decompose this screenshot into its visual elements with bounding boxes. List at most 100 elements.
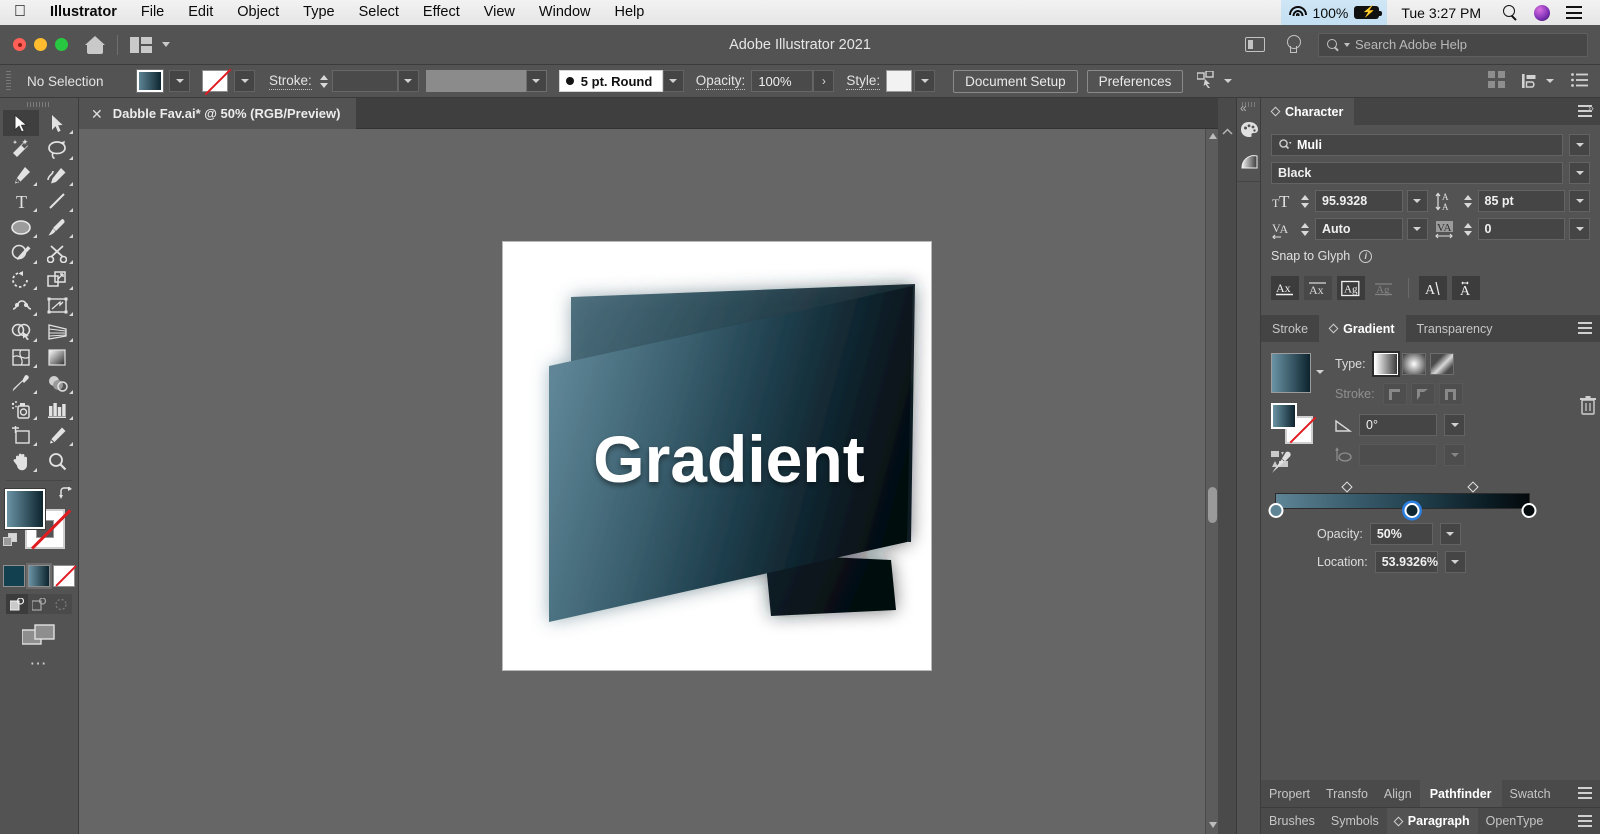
dock-rail[interactable] [1218, 98, 1237, 834]
tool-slice[interactable] [39, 422, 75, 448]
gradient-preview-swatch[interactable] [1271, 353, 1311, 393]
menu-view[interactable]: View [472, 0, 527, 25]
tool-flyout-corner[interactable] [69, 182, 73, 186]
gradient-midpoint-marker[interactable] [1467, 481, 1479, 493]
tool-paintbrush[interactable] [39, 214, 75, 240]
edit-toolbar-button[interactable]: ⋯ [3, 655, 75, 672]
color-button[interactable] [3, 565, 25, 587]
tool-rotate[interactable] [3, 266, 39, 292]
gradient-fill-box[interactable] [1271, 403, 1297, 429]
menu-edit[interactable]: Edit [176, 0, 225, 25]
brush-definition-chevron[interactable] [662, 70, 684, 92]
tool-shaper[interactable] [3, 240, 39, 266]
options-bar-gripper[interactable] [6, 71, 11, 91]
preferences-button[interactable]: Preferences [1086, 69, 1184, 93]
swatches-panel-icon[interactable] [1237, 113, 1261, 145]
tab-opentype[interactable]: OpenType [1478, 808, 1552, 834]
snap-width-button[interactable]: A [1452, 276, 1480, 300]
tool-flyout-corner[interactable] [69, 338, 73, 342]
gradient-aspect-dropdown[interactable] [1444, 444, 1465, 466]
leading-stepper[interactable] [1462, 190, 1474, 212]
tool-gradient[interactable] [39, 344, 75, 370]
gradient-location-input[interactable]: 53.9326% [1374, 551, 1438, 573]
tool-flyout-corner[interactable] [69, 260, 73, 264]
leading-dropdown[interactable] [1569, 190, 1590, 212]
graphic-style-chevron[interactable] [914, 70, 936, 92]
stroke-gradient-along-button[interactable] [1410, 383, 1435, 405]
scroll-down-icon[interactable] [1209, 822, 1217, 828]
style-label[interactable]: Style: [846, 73, 881, 90]
menu-window[interactable]: Window [527, 0, 603, 25]
tool-blend[interactable] [39, 370, 75, 396]
tab-pathfinder[interactable]: Pathfinder [1419, 780, 1502, 807]
stroke-weight-input[interactable] [331, 70, 398, 92]
gradient-preset-chevron-icon[interactable] [1316, 370, 1324, 374]
tool-flyout-corner[interactable] [33, 338, 37, 342]
tool-mesh[interactable] [3, 344, 39, 370]
tool-artboard[interactable] [3, 422, 39, 448]
tool-type[interactable]: T [3, 188, 39, 214]
gradient-angle-dropdown[interactable] [1444, 414, 1465, 436]
tool-hand[interactable] [3, 448, 39, 474]
draw-inside-button[interactable] [50, 594, 72, 614]
menu-illustrator[interactable]: Illustrator [38, 0, 129, 25]
battery-charging-icon[interactable]: ⚡ [1354, 6, 1382, 19]
close-icon[interactable]: ✕ [91, 107, 103, 121]
gradient-slider[interactable] [1268, 481, 1537, 518]
tool-flyout-corner[interactable] [33, 468, 37, 472]
font-style-dropdown[interactable] [1569, 162, 1590, 184]
menu-file[interactable]: File [129, 0, 176, 25]
arrange-documents-icon[interactable] [130, 36, 152, 53]
tool-flyout-corner[interactable] [69, 416, 73, 420]
stroke-weight-label[interactable]: Stroke: [269, 73, 312, 90]
snap-angle-button[interactable]: A [1419, 276, 1447, 300]
bottom-row2-menu-icon[interactable] [1578, 815, 1592, 827]
tab-swatches[interactable]: Swatch [1502, 780, 1559, 807]
document-tab[interactable]: ✕ Dabble Fav.ai* @ 50% (RGB/Preview) [79, 98, 357, 129]
tool-flyout-corner[interactable] [33, 182, 37, 186]
opacity-flyout-button[interactable]: › [813, 70, 835, 92]
tool-flyout-corner[interactable] [33, 416, 37, 420]
tool-shape-builder[interactable] [3, 318, 39, 344]
tab-transparency[interactable]: Transparency [1406, 315, 1504, 342]
tab-properties[interactable]: Propert [1261, 780, 1318, 807]
stroke-gradient-across-button[interactable] [1438, 383, 1463, 405]
clock-group[interactable]: Tue 3:27 PM [1387, 0, 1495, 25]
tab-gradient[interactable]: Gradient [1319, 315, 1406, 342]
wifi-icon[interactable] [1288, 6, 1307, 19]
tool-flyout-corner[interactable] [33, 286, 37, 290]
gradient-type-radial-button[interactable] [1401, 353, 1426, 375]
leading-input[interactable]: 85 pt [1477, 190, 1565, 212]
tool-flyout-corner[interactable] [69, 286, 73, 290]
maximize-window-button[interactable] [55, 38, 68, 51]
scrollbar-thumb[interactable] [1208, 487, 1217, 523]
tool-direct-selection[interactable] [39, 110, 75, 136]
menu-type[interactable]: Type [291, 0, 346, 25]
tools-panel-gripper[interactable] [27, 102, 51, 107]
screen-mode-button[interactable] [3, 623, 75, 649]
spotlight-button[interactable] [1495, 0, 1526, 25]
menu-effect[interactable]: Effect [411, 0, 472, 25]
tool-flyout-corner[interactable] [33, 442, 37, 446]
gradient-location-dropdown[interactable] [1444, 551, 1466, 573]
tool-flyout-corner[interactable] [69, 312, 73, 316]
tool-selection[interactable] [3, 110, 39, 136]
scroll-up-icon[interactable] [1209, 133, 1217, 139]
snap-baseline-button[interactable]: Ax [1271, 276, 1299, 300]
kerning-dropdown[interactable] [1406, 218, 1428, 240]
stroke-profile-dropdown[interactable] [425, 70, 526, 92]
stroke-gradient-within-button[interactable] [1382, 383, 1407, 405]
tool-flyout-corner[interactable] [33, 260, 37, 264]
minimize-window-button[interactable] [34, 38, 47, 51]
opacity-label[interactable]: Opacity: [695, 73, 746, 90]
home-icon[interactable] [85, 35, 105, 54]
draw-normal-button[interactable] [6, 594, 28, 614]
gradient-type-linear-button[interactable] [1371, 351, 1400, 377]
gradient-stop-end[interactable] [1521, 503, 1537, 518]
tool-eyedropper[interactable] [3, 370, 39, 396]
tracking-stepper[interactable] [1462, 218, 1474, 240]
snap-midline-button[interactable]: Ag [1370, 276, 1398, 300]
tracking-dropdown[interactable] [1569, 218, 1590, 240]
font-family-input[interactable]: Muli [1271, 134, 1563, 156]
select-similar-icon[interactable] [1196, 70, 1216, 91]
